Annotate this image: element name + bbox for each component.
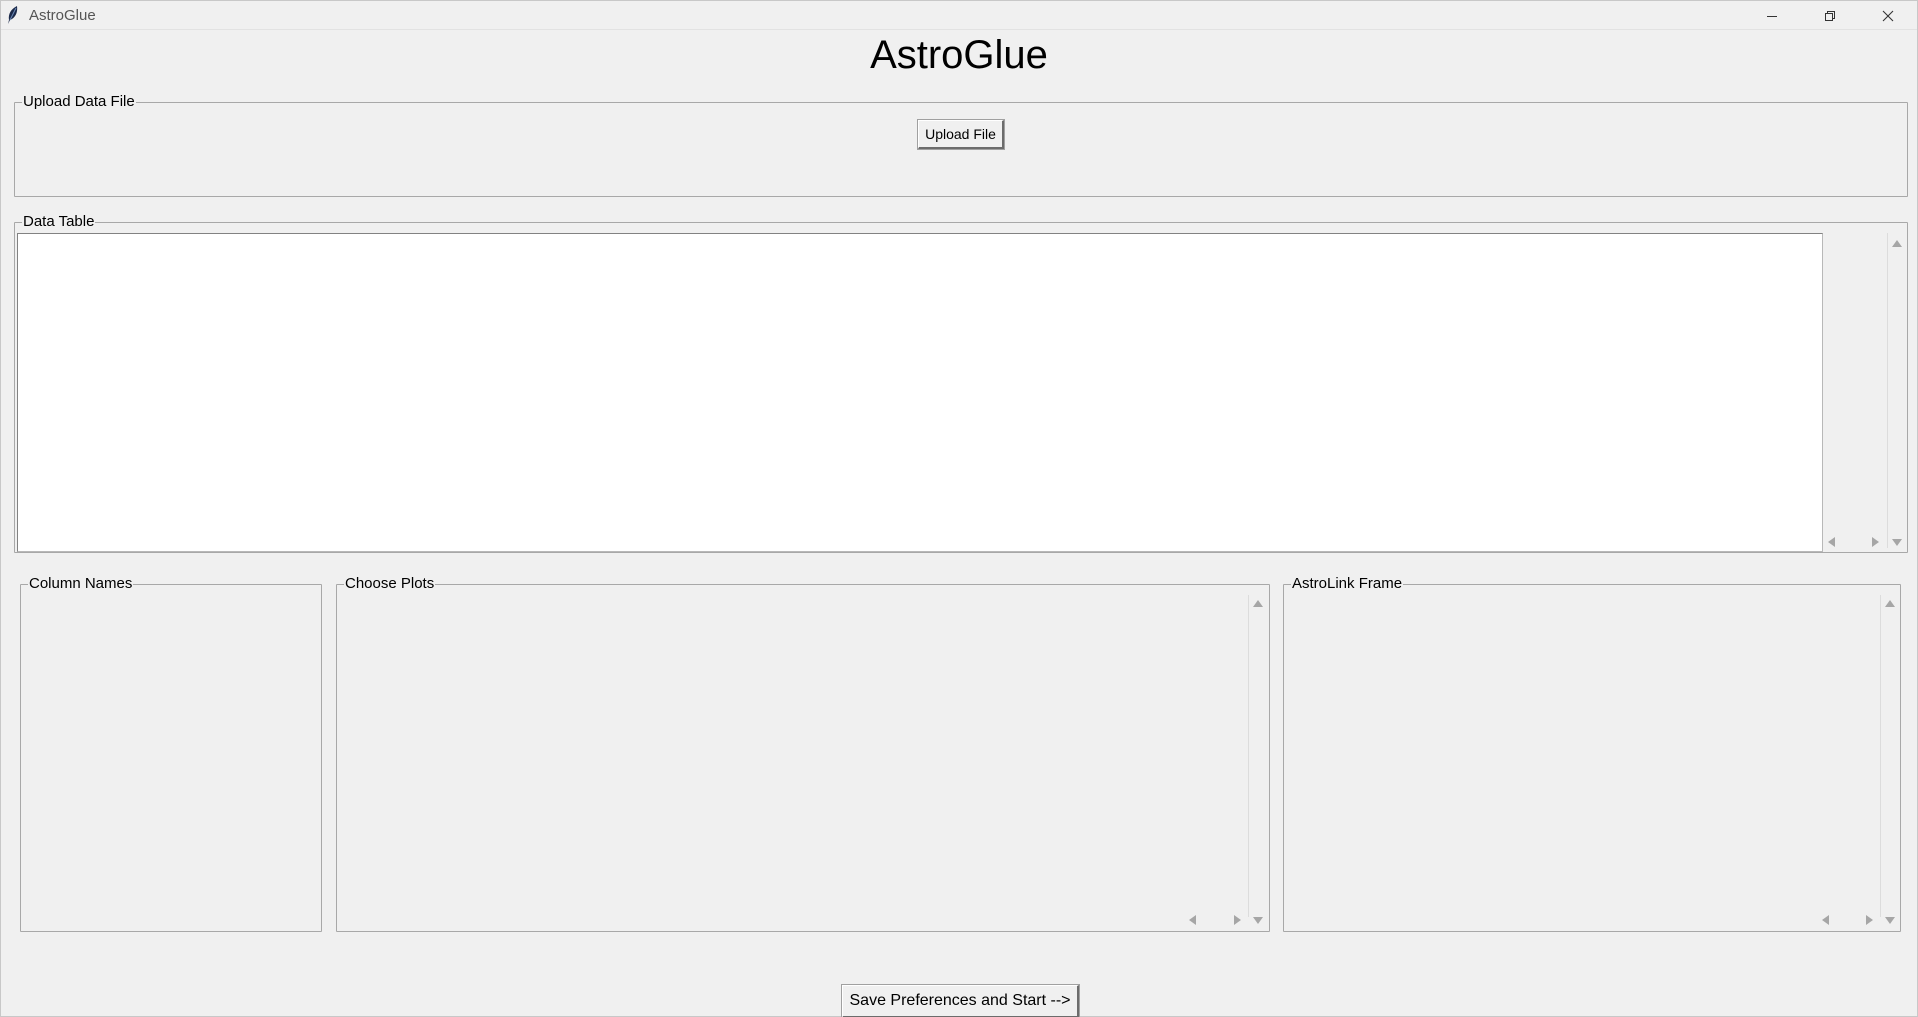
data-table-scroll-right-icon[interactable] [1872, 537, 1879, 547]
data-table-vscroll-track [1887, 233, 1888, 548]
restore-button[interactable] [1801, 1, 1859, 30]
data-table-group: Data Table [14, 214, 1908, 553]
astrolink-frame-group: AstroLink Frame [1283, 576, 1901, 932]
title-bar[interactable]: AstroGlue [1, 1, 1917, 30]
minimize-button[interactable] [1743, 1, 1801, 30]
upload-group-label: Upload Data File [22, 93, 136, 110]
choose-plots-scroll-right-icon[interactable] [1234, 915, 1241, 925]
choose-plots-scroll-down-icon[interactable] [1253, 917, 1263, 924]
choose-plots-group-label: Choose Plots [344, 575, 436, 592]
data-table[interactable] [17, 233, 1823, 552]
upload-group: Upload Data File Upload File [14, 94, 1908, 197]
column-names-group-label: Column Names [28, 575, 134, 592]
save-preferences-start-button[interactable]: Save Preferences and Start --> [841, 984, 1080, 1017]
upload-file-button[interactable]: Upload File [917, 119, 1005, 150]
close-icon [1882, 10, 1894, 21]
choose-plots-scroll-left-icon[interactable] [1189, 915, 1196, 925]
restore-icon [1825, 10, 1835, 21]
astrolink-scroll-right-icon[interactable] [1866, 915, 1873, 925]
window-title: AstroGlue [29, 7, 96, 24]
close-button[interactable] [1859, 1, 1917, 30]
data-table-scroll-down-icon[interactable] [1892, 539, 1902, 546]
choose-plots-group: Choose Plots [336, 576, 1270, 932]
data-table-scroll-left-icon[interactable] [1828, 537, 1835, 547]
astrolink-scroll-down-icon[interactable] [1885, 917, 1895, 924]
astrolink-scroll-up-icon[interactable] [1885, 600, 1895, 607]
astrolink-frame-group-label: AstroLink Frame [1291, 575, 1404, 592]
astrolink-vscroll-track [1880, 595, 1881, 917]
data-table-group-label: Data Table [22, 213, 96, 230]
app-heading: AstroGlue [870, 33, 1048, 77]
data-table-scroll-up-icon[interactable] [1892, 240, 1902, 247]
astrolink-scroll-left-icon[interactable] [1822, 915, 1829, 925]
minimize-icon [1767, 15, 1777, 17]
app-window: AstroGlue AstroGlue Upload Data File Upl… [0, 0, 1918, 1017]
feather-icon [5, 5, 21, 25]
choose-plots-vscroll-track [1248, 595, 1249, 917]
choose-plots-scroll-up-icon[interactable] [1253, 600, 1263, 607]
column-names-group: Column Names [20, 576, 322, 932]
